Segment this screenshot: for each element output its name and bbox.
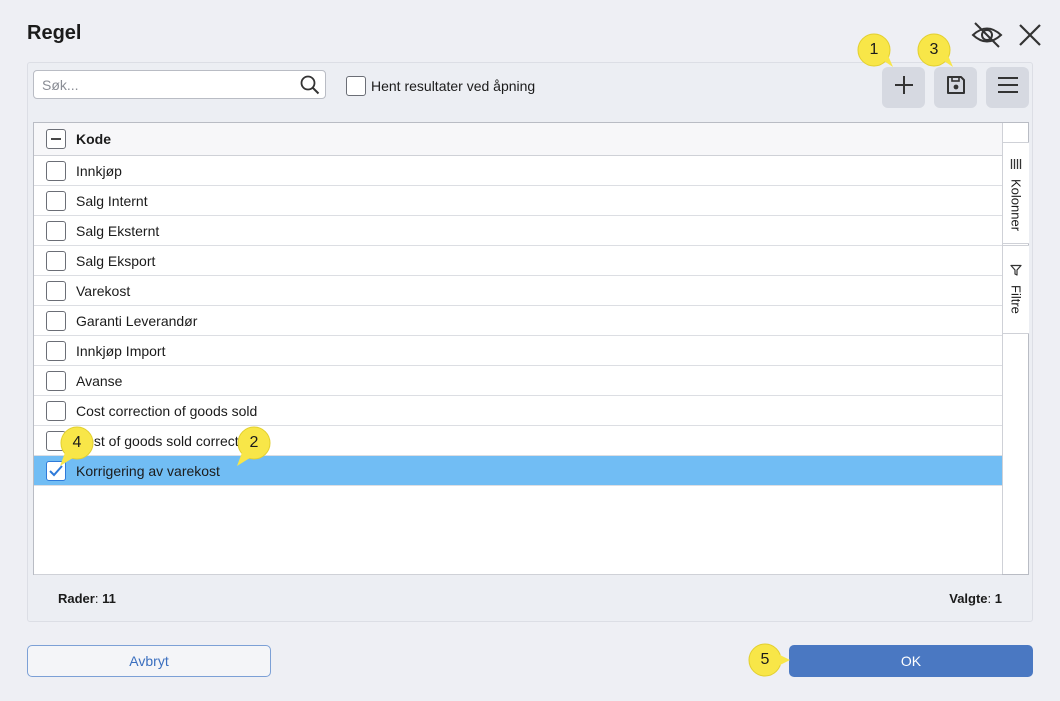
plus-icon xyxy=(893,74,915,101)
selected-status-count: 1 xyxy=(994,591,1002,606)
fetch-on-open-label: Hent resultater ved åpning xyxy=(371,78,536,94)
table-row[interactable]: Salg Eksport xyxy=(34,246,1002,276)
row-checkbox[interactable] xyxy=(46,280,66,301)
row-checkbox[interactable] xyxy=(46,430,66,451)
table-row[interactable]: Korrigering av varekost xyxy=(34,456,1002,486)
row-label: Salg Eksport xyxy=(76,252,156,269)
search-icon[interactable] xyxy=(300,75,320,95)
table-row[interactable]: Salg Internt xyxy=(34,186,1002,216)
row-checkbox[interactable] xyxy=(46,310,66,331)
row-checkbox[interactable] xyxy=(46,340,66,361)
row-label: Innkjøp xyxy=(76,162,122,179)
row-checkbox[interactable] xyxy=(46,160,66,181)
side-bar: Kolonner Filtre xyxy=(1002,123,1029,574)
rules-grid: Kode Innkjøp Salg Internt Salg Eksternt Sal… xyxy=(33,122,1029,575)
row-checkbox[interactable] xyxy=(46,400,66,421)
table-row[interactable]: Salg Eksternt xyxy=(34,216,1002,246)
visibility-toggle-icon[interactable] xyxy=(969,17,1005,53)
close-icon[interactable] xyxy=(1012,17,1048,53)
filters-tab-label: Filtre xyxy=(1008,285,1024,314)
rows-status-label: Rader xyxy=(58,591,95,606)
rows-status: Rader: 11 xyxy=(58,591,116,606)
table-row[interactable]: Innkjøp xyxy=(34,156,1002,186)
table-row[interactable]: Cost correction of goods sold xyxy=(34,396,1002,426)
callout-marker-5: 5 xyxy=(748,643,790,677)
ok-button[interactable]: OK xyxy=(789,645,1033,677)
table-row[interactable]: Avanse xyxy=(34,366,1002,396)
table-row[interactable]: Varekost xyxy=(34,276,1002,306)
row-label: Garanti Leverandør xyxy=(76,312,198,329)
columns-tab[interactable]: Kolonner xyxy=(1003,142,1029,244)
filters-tab[interactable]: Filtre xyxy=(1003,245,1029,334)
table-row[interactable]: Cost of goods sold correction xyxy=(34,426,1002,456)
fetch-on-open-option[interactable]: Hent resultater ved åpning xyxy=(346,76,535,96)
columns-icon xyxy=(1010,157,1022,175)
dialog-title: Regel xyxy=(27,22,82,44)
hamburger-menu-icon xyxy=(997,74,1019,101)
grid-footer-divider xyxy=(34,574,1002,575)
grid-header: Kode xyxy=(34,123,1002,156)
row-checkbox[interactable] xyxy=(46,250,66,271)
row-label: Cost correction of goods sold xyxy=(76,402,258,419)
row-label: Cost of goods sold correction xyxy=(76,432,258,449)
rules-panel: Hent resultater ved åpning xyxy=(27,62,1033,622)
save-button[interactable] xyxy=(934,67,977,108)
table-row[interactable]: Innkjøp Import xyxy=(34,336,1002,366)
floppy-disk-icon xyxy=(945,74,967,101)
column-header-kode[interactable]: Kode xyxy=(76,131,111,147)
rows-status-count: 11 xyxy=(102,591,116,606)
row-checkbox[interactable] xyxy=(46,220,66,241)
search-box xyxy=(33,70,326,99)
fetch-on-open-checkbox[interactable] xyxy=(346,76,366,96)
row-checkbox[interactable] xyxy=(46,460,66,481)
cancel-button[interactable]: Avbryt xyxy=(27,645,271,677)
row-label: Innkjøp Import xyxy=(76,342,166,359)
select-all-checkbox[interactable] xyxy=(46,129,66,149)
search-input[interactable] xyxy=(34,71,289,98)
columns-tab-label: Kolonner xyxy=(1008,179,1024,232)
selected-status: Valgte: 1 xyxy=(949,591,1002,606)
row-label: Varekost xyxy=(76,282,131,299)
filter-icon xyxy=(1010,263,1022,281)
row-label: Salg Eksternt xyxy=(76,222,160,239)
selected-status-label: Valgte xyxy=(949,591,988,606)
row-label: Korrigering av varekost xyxy=(76,462,220,479)
row-label: Avanse xyxy=(76,372,123,389)
row-checkbox[interactable] xyxy=(46,190,66,211)
menu-button[interactable] xyxy=(986,67,1029,108)
add-button[interactable] xyxy=(882,67,925,108)
callout-number: 5 xyxy=(760,651,770,668)
table-row[interactable]: Garanti Leverandør xyxy=(34,306,1002,336)
row-label: Salg Internt xyxy=(76,192,148,209)
row-checkbox[interactable] xyxy=(46,370,66,391)
